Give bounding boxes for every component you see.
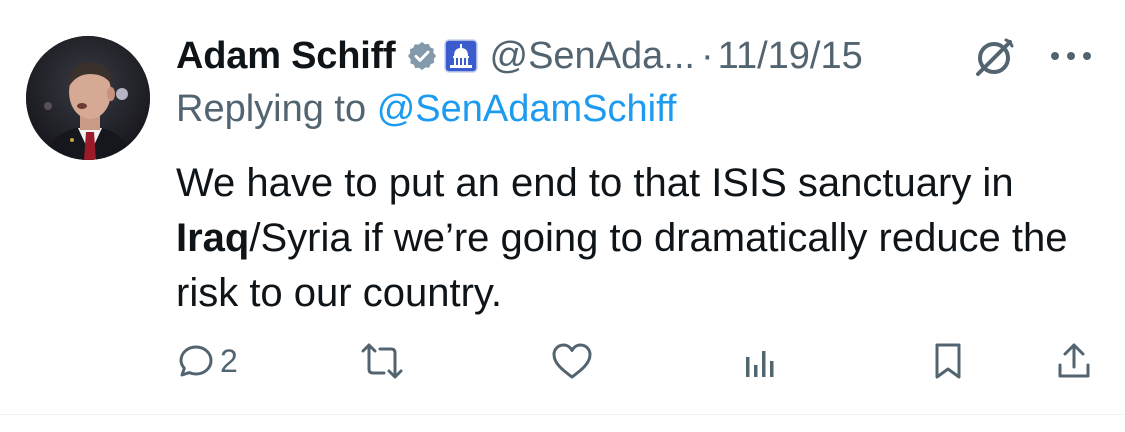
replying-to-label: Replying to: [176, 88, 367, 130]
tweet-header: Adam Schiff @SenAda... · 11/19/15: [176, 26, 863, 86]
bookmark-button[interactable]: [928, 336, 968, 386]
hashtag-bold-word: Iraq: [176, 216, 250, 260]
tweet-text-part1: We have to put an end to that ISIS sanct…: [176, 161, 1014, 205]
author-handle[interactable]: @SenAda...: [490, 35, 695, 78]
share-icon: [1054, 341, 1094, 381]
avatar[interactable]: [26, 36, 150, 160]
like-button[interactable]: [550, 336, 594, 386]
action-bar: 2: [176, 336, 1096, 386]
replying-to-mention-link[interactable]: @SenAdamSchiff: [377, 88, 677, 130]
replying-to: Replying to @SenAdamSchiff: [176, 88, 677, 131]
reply-count: 2: [220, 342, 238, 379]
tweet-text-part2: /Syria if we’re going to dramatically re…: [176, 216, 1068, 315]
author-name[interactable]: Adam Schiff: [176, 35, 396, 78]
reply-icon: [176, 341, 216, 381]
retweet-button[interactable]: [360, 336, 404, 386]
retweet-icon: [360, 341, 404, 381]
tweet-text: We have to put an end to that ISIS sanct…: [176, 156, 1106, 321]
bookmark-icon: [928, 341, 968, 381]
separator-dot: ·: [700, 34, 714, 77]
verified-badge-icon[interactable]: [406, 40, 438, 72]
divider: [0, 414, 1125, 415]
grok-icon[interactable]: [970, 34, 1018, 82]
like-icon: [550, 341, 594, 381]
capitol-badge-icon[interactable]: [443, 39, 478, 73]
share-button[interactable]: [1054, 336, 1094, 386]
reply-button[interactable]: 2: [176, 336, 238, 386]
views-icon: [740, 341, 780, 381]
tweet-card[interactable]: Adam Schiff @SenAda... · 11/19/15 Replyi…: [0, 0, 1125, 414]
tweet-date[interactable]: 11/19/15: [718, 35, 863, 78]
more-icon[interactable]: [1048, 46, 1094, 66]
views-button[interactable]: [740, 336, 780, 386]
